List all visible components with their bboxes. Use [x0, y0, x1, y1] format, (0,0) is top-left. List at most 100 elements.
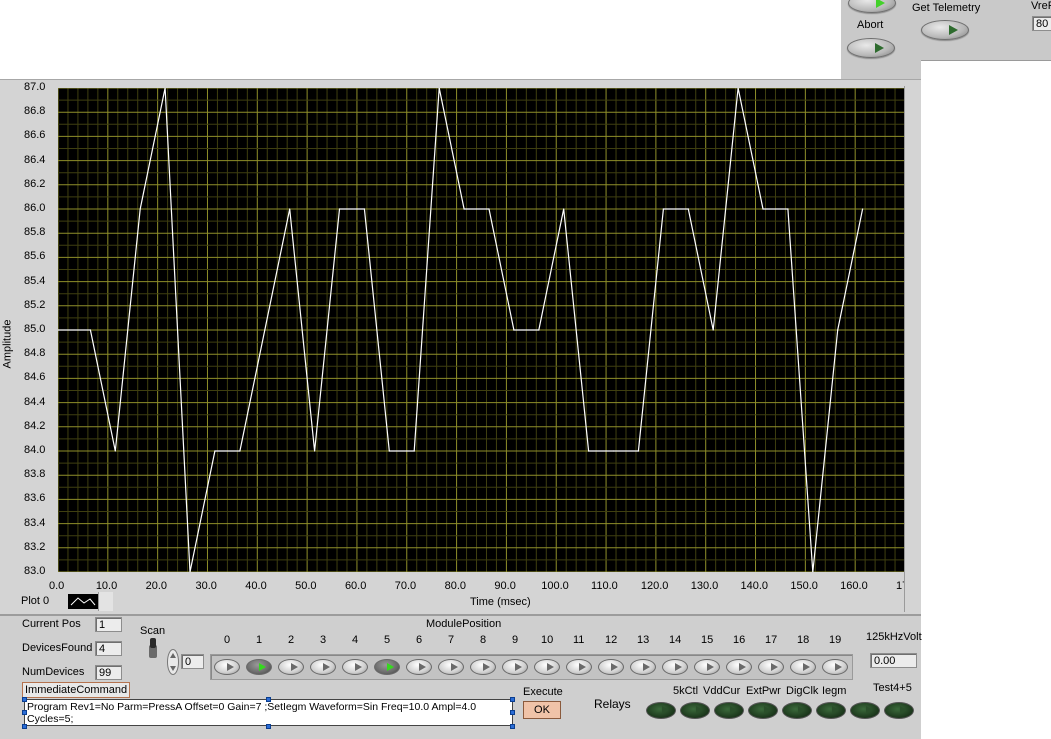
data-point	[563, 208, 565, 210]
module-position-button-6[interactable]	[406, 659, 432, 675]
y-tick-label: 84.6	[24, 371, 46, 384]
module-position-button-1[interactable]	[246, 659, 272, 675]
x-tick-label: 120.0	[640, 580, 669, 592]
module-position-button-5[interactable]	[374, 659, 400, 675]
module-position-button-19[interactable]	[822, 659, 848, 675]
triangle-indicator-icon	[949, 25, 958, 35]
top-button[interactable]	[848, 0, 896, 13]
relay-indicator-led[interactable]	[646, 702, 676, 719]
data-point	[413, 450, 415, 452]
triangle-indicator-icon	[611, 663, 618, 671]
relay-indicator-led[interactable]	[782, 702, 812, 719]
scan-toggle-switch[interactable]	[146, 637, 160, 659]
module-position-button-14[interactable]	[662, 659, 688, 675]
data-point	[488, 208, 490, 210]
x-tick-label: 20.0	[145, 580, 168, 592]
x-tick-label: 50.0	[295, 580, 317, 592]
resize-handle[interactable]	[510, 710, 515, 715]
data-point	[687, 208, 689, 210]
x-tick-label: 140.0	[740, 580, 769, 592]
module-position-number: 19	[829, 634, 842, 646]
command-text-input[interactable]: Program Rev1=No Parm=PressA Offset=0 Gai…	[24, 699, 513, 726]
triangle-indicator-icon	[875, 43, 884, 53]
graph-scrollbar[interactable]	[904, 86, 915, 612]
module-position-button-15[interactable]	[694, 659, 720, 675]
data-point	[712, 329, 714, 331]
module-position-button-11[interactable]	[566, 659, 592, 675]
resize-handle[interactable]	[22, 697, 27, 702]
module-position-number: 13	[637, 634, 650, 646]
legend-edge	[98, 592, 113, 611]
relay-label: Iegm	[822, 685, 847, 697]
module-position-button-10[interactable]	[534, 659, 560, 675]
module-position-button-0[interactable]	[214, 659, 240, 675]
relay-indicator-led[interactable]	[714, 702, 744, 719]
triangle-indicator-icon	[707, 663, 714, 671]
module-position-button-12[interactable]	[598, 659, 624, 675]
data-point	[837, 329, 839, 331]
volt-field[interactable]: 0.00	[870, 653, 917, 668]
module-position-number: 2	[288, 634, 295, 646]
resize-handle[interactable]	[510, 724, 515, 729]
y-tick-label: 84.8	[24, 347, 46, 360]
module-position-button-9[interactable]	[502, 659, 528, 675]
module-position-button-18[interactable]	[790, 659, 816, 675]
resize-handle[interactable]	[22, 710, 27, 715]
resize-handle[interactable]	[22, 724, 27, 729]
waveform-plot-area[interactable]	[58, 88, 905, 572]
module-position-button-17[interactable]	[758, 659, 784, 675]
get-telemetry-label: Get Telemetry	[912, 2, 981, 14]
module-position-button-16[interactable]	[726, 659, 752, 675]
triangle-indicator-icon	[803, 663, 810, 671]
relay-indicator-led[interactable]	[884, 702, 914, 719]
triangle-indicator-icon	[675, 663, 682, 671]
module-position-button-8[interactable]	[470, 659, 496, 675]
module-position-strip	[210, 654, 853, 680]
y-tick-label: 85.2	[24, 298, 46, 311]
module-position-number: 15	[701, 634, 714, 646]
data-point	[139, 208, 141, 210]
num-devices-field[interactable]: 99	[95, 665, 122, 680]
relay-indicator-led[interactable]	[748, 702, 778, 719]
relay-indicator-led[interactable]	[816, 702, 846, 719]
module-position-number: 17	[765, 634, 778, 646]
resize-handle[interactable]	[510, 697, 515, 702]
relay-label: VddCur	[703, 685, 741, 697]
module-position-button-4[interactable]	[342, 659, 368, 675]
triangle-indicator-icon	[866, 706, 873, 714]
module-position-button-13[interactable]	[630, 659, 656, 675]
module-position-number: 8	[480, 634, 487, 646]
y-tick-label: 84.0	[24, 444, 46, 456]
relay-indicator-led[interactable]	[680, 702, 710, 719]
immediate-command-label: ImmediateCommand	[22, 682, 131, 698]
vref-field[interactable]: 80	[1032, 16, 1051, 31]
module-position-button-7[interactable]	[438, 659, 464, 675]
data-point	[214, 450, 216, 452]
data-point	[388, 450, 390, 452]
module-position-number: 1	[256, 634, 263, 646]
resize-handle[interactable]	[266, 724, 271, 729]
triangle-indicator-icon	[227, 663, 234, 671]
data-point	[114, 450, 116, 452]
abort-button[interactable]	[847, 38, 895, 58]
scan-stepper-arrows-icon[interactable]	[167, 649, 179, 675]
get-telemetry-button[interactable]	[921, 20, 969, 40]
triangle-indicator-icon	[662, 706, 669, 714]
x-tick-label: 40.0	[245, 580, 267, 592]
plot-legend-swatch-icon[interactable]	[68, 594, 98, 609]
triangle-indicator-icon	[643, 663, 650, 671]
relay-indicator-led[interactable]	[850, 702, 880, 719]
module-position-label: ModulePosition	[426, 618, 502, 630]
triangle-indicator-icon	[771, 663, 778, 671]
data-point	[662, 208, 664, 210]
execute-ok-button[interactable]: OK	[523, 701, 561, 719]
triangle-indicator-icon	[832, 706, 839, 714]
scan-index-field[interactable]: 0	[181, 654, 204, 669]
module-position-button-2[interactable]	[278, 659, 304, 675]
module-position-button-3[interactable]	[310, 659, 336, 675]
resize-handle[interactable]	[266, 697, 271, 702]
x-tick-label: 160.0	[840, 580, 868, 592]
triangle-indicator-icon	[547, 663, 554, 671]
x-tick-label: 70.0	[394, 580, 417, 592]
module-position-number: 4	[352, 634, 359, 646]
